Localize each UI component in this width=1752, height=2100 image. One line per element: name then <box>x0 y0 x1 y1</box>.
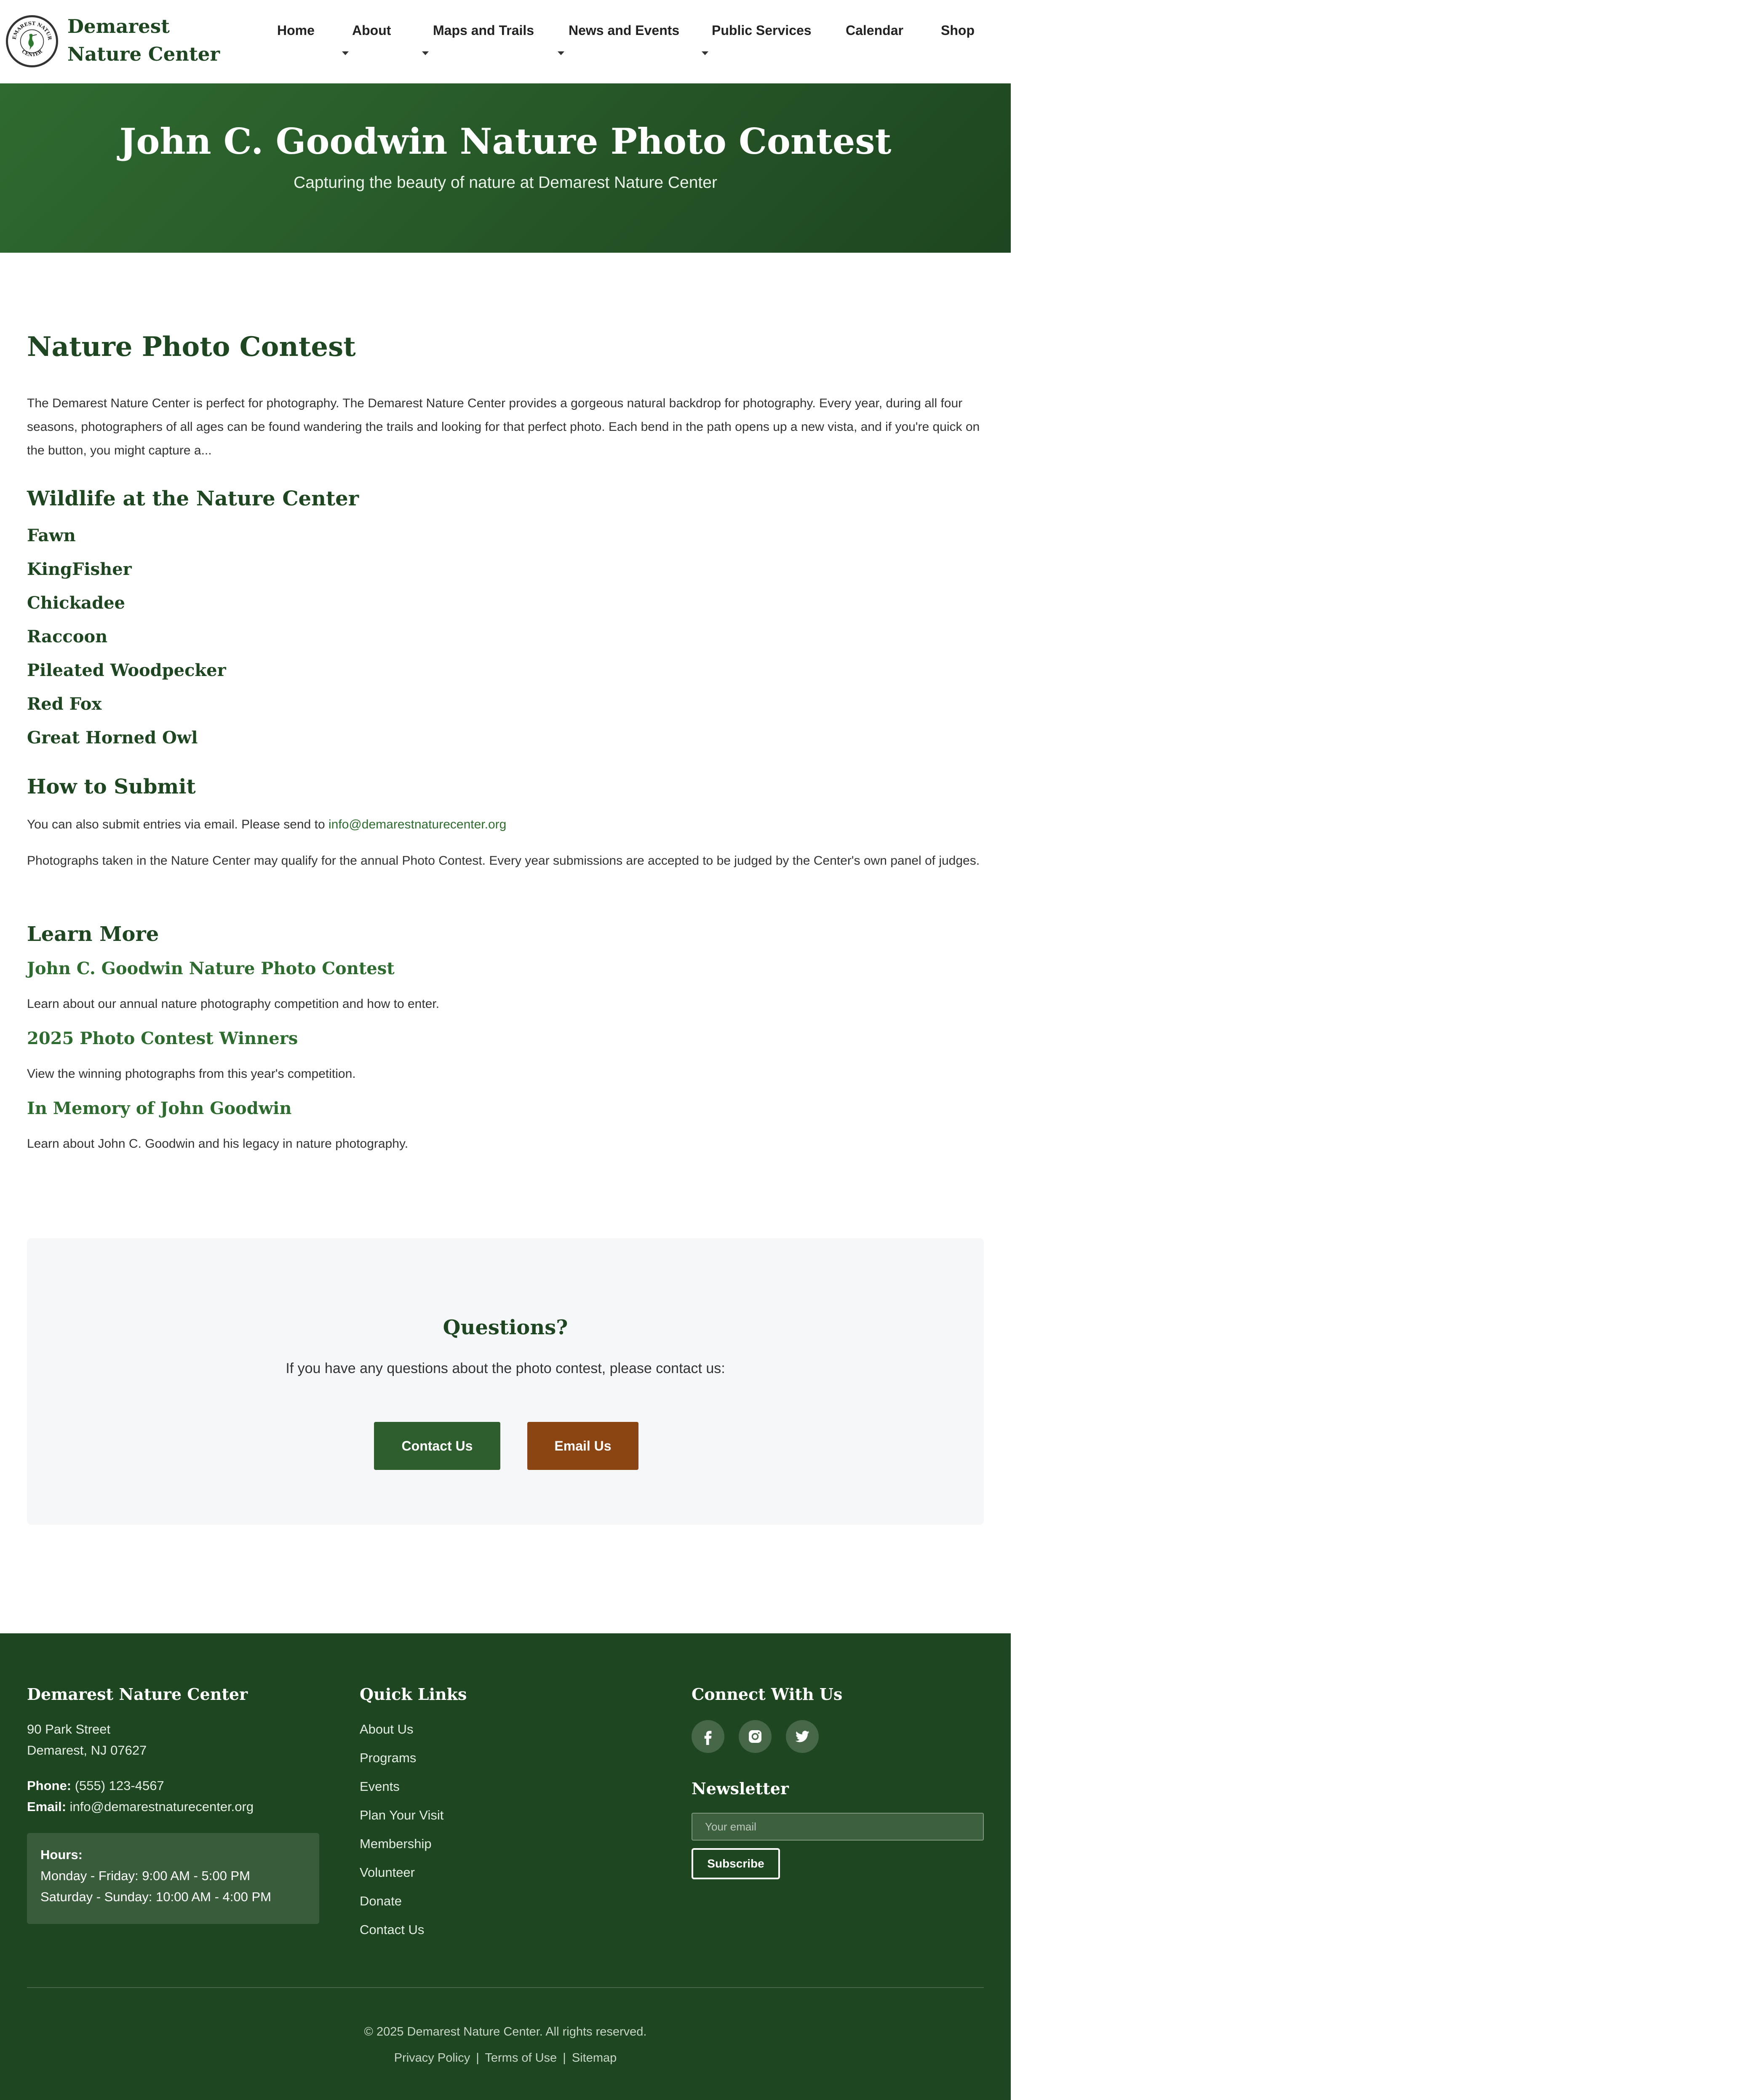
submit-paragraph-2: Photographs taken in the Nature Center m… <box>27 854 980 868</box>
hours-weekend: Saturday - Sunday: 10:00 AM - 4:00 PM <box>40 1889 271 1904</box>
page: DEMAREST NATURE CENTER Demarest Nature C… <box>0 0 1011 2100</box>
submit-paragraph: You can also submit entries via email. P… <box>27 813 506 836</box>
footer-address-line1: 90 Park Street <box>27 1722 111 1737</box>
twitter-icon <box>795 1731 809 1742</box>
footer-org-heading: Demarest Nature Center <box>27 1685 248 1704</box>
nav-calendar[interactable]: Calendar <box>846 23 903 38</box>
submit-text: You can also submit entries via email. P… <box>27 818 325 831</box>
wildlife-item: Great Horned Owl <box>27 728 198 748</box>
footer-link-about-us[interactable]: About Us <box>360 1722 414 1737</box>
legal-separator: | <box>563 2051 566 2065</box>
submit-heading: How to Submit <box>27 775 196 799</box>
hero-title: John C. Goodwin Nature Photo Contest <box>119 120 892 162</box>
subscribe-button[interactable]: Subscribe <box>692 1848 780 1879</box>
wildlife-heading: Wildlife at the Nature Center <box>27 487 359 510</box>
legal-links: Privacy Policy | Terms of Use | Sitemap <box>0 2051 1011 2065</box>
nav-maps-and-trails[interactable]: Maps and Trails <box>433 23 534 38</box>
hero-subtitle: Capturing the beauty of nature at Demare… <box>294 174 717 192</box>
questions-title: Questions? <box>443 1316 568 1339</box>
intro-paragraph: The Demarest Nature Center is perfect fo… <box>27 396 980 457</box>
facebook-icon <box>704 1731 712 1745</box>
copyright-text: © 2025 Demarest Nature Center. All right… <box>364 2025 647 2039</box>
sitemap-link[interactable]: Sitemap <box>572 2051 617 2065</box>
footer-link-donate[interactable]: Donate <box>360 1894 402 1909</box>
privacy-policy-link[interactable]: Privacy Policy <box>394 2051 470 2065</box>
questions-text: If you have any questions about the phot… <box>286 1360 725 1376</box>
newsletter-email-input[interactable] <box>692 1813 984 1841</box>
footer-link-volunteer[interactable]: Volunteer <box>360 1865 415 1880</box>
contact-us-button[interactable]: Contact Us <box>374 1422 500 1470</box>
learn-link-winners[interactable]: 2025 Photo Contest Winners <box>27 1029 298 1048</box>
heron-logo-icon: DEMAREST NATURE CENTER <box>6 13 53 58</box>
learn-link-in-memory[interactable]: In Memory of John Goodwin <box>27 1098 291 1118</box>
nav-shop[interactable]: Shop <box>941 23 975 38</box>
footer-link-contact-us[interactable]: Contact Us <box>360 1922 424 1937</box>
wildlife-item: Fawn <box>27 526 76 545</box>
connect-heading: Connect With Us <box>692 1685 843 1704</box>
facebook-icon[interactable] <box>692 1720 724 1753</box>
site-logo[interactable]: DEMAREST NATURE CENTER <box>6 13 58 67</box>
footer-link-events[interactable]: Events <box>360 1779 400 1794</box>
footer-link-programs[interactable]: Programs <box>360 1750 416 1766</box>
footer-divider <box>27 1987 984 1988</box>
chevron-down-icon[interactable] <box>342 51 349 55</box>
email-us-button[interactable]: Email Us <box>527 1422 638 1470</box>
chevron-down-icon[interactable] <box>702 51 708 55</box>
terms-of-use-link[interactable]: Terms of Use <box>485 2051 557 2065</box>
learn-link-photo-contest[interactable]: John C. Goodwin Nature Photo Contest <box>27 959 395 978</box>
footer-email: Email: info@demarestnaturecenter.org <box>27 1799 254 1814</box>
nav-about[interactable]: About <box>352 23 391 38</box>
footer-email-value[interactable]: info@demarestnaturecenter.org <box>70 1799 254 1814</box>
chevron-down-icon[interactable] <box>558 51 564 55</box>
learn-more-heading: Learn More <box>27 922 159 946</box>
newsletter-heading: Newsletter <box>692 1779 789 1798</box>
learn-desc: Learn about our annual nature photograph… <box>27 997 440 1011</box>
wildlife-item: Chickadee <box>27 593 125 613</box>
hours-weekday: Monday - Friday: 9:00 AM - 5:00 PM <box>40 1868 250 1883</box>
hero-banner: John C. Goodwin Nature Photo Contest Cap… <box>0 83 1011 253</box>
learn-desc: View the winning photographs from this y… <box>27 1067 356 1081</box>
learn-desc: Learn about John C. Goodwin and his lega… <box>27 1137 409 1151</box>
footer-phone-value: (555) 123-4567 <box>75 1778 164 1793</box>
footer-link-membership[interactable]: Membership <box>360 1836 432 1852</box>
footer-email-label: Email: <box>27 1799 67 1814</box>
instagram-icon[interactable] <box>739 1720 772 1753</box>
twitter-icon[interactable] <box>786 1720 819 1753</box>
site-header: DEMAREST NATURE CENTER Demarest Nature C… <box>0 0 1011 83</box>
site-footer: Demarest Nature Center 90 Park Street De… <box>0 1633 1011 2100</box>
site-name[interactable]: Demarest Nature Center <box>67 13 244 68</box>
wildlife-item: Pileated Woodpecker <box>27 660 226 680</box>
wildlife-item: Raccoon <box>27 627 108 647</box>
page-heading: Nature Photo Contest <box>27 331 356 363</box>
nav-news-and-events[interactable]: News and Events <box>569 23 679 38</box>
instagram-icon <box>749 1730 761 1743</box>
footer-phone: Phone: (555) 123-4567 <box>27 1778 164 1793</box>
footer-phone-label: Phone: <box>27 1778 72 1793</box>
legal-separator: | <box>476 2051 479 2065</box>
footer-link-plan-your-visit[interactable]: Plan Your Visit <box>360 1808 443 1823</box>
questions-panel: Questions? If you have any questions abo… <box>27 1238 984 1525</box>
chevron-down-icon[interactable] <box>422 51 429 55</box>
hours-label: Hours: <box>40 1847 83 1862</box>
submit-email-link[interactable]: info@demarestnaturecenter.org <box>328 818 506 831</box>
footer-address-line2: Demarest, NJ 07627 <box>27 1743 147 1758</box>
quick-links-heading: Quick Links <box>360 1685 467 1704</box>
nav-home[interactable]: Home <box>277 23 315 38</box>
nav-public-services[interactable]: Public Services <box>712 23 812 38</box>
hours-label-text: Hours: <box>40 1847 83 1862</box>
wildlife-item: KingFisher <box>27 559 132 579</box>
wildlife-item: Red Fox <box>27 694 102 714</box>
hours-box: Hours: Monday - Friday: 9:00 AM - 5:00 P… <box>27 1833 319 1924</box>
